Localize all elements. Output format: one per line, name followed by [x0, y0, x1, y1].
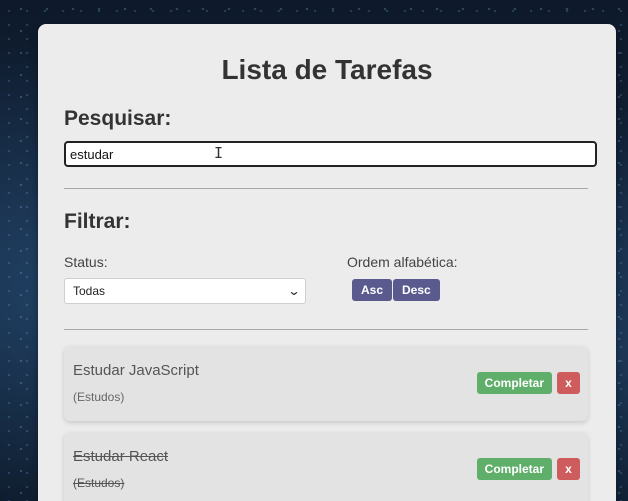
- complete-button[interactable]: Completar: [476, 372, 552, 394]
- complete-button[interactable]: Completar: [476, 458, 552, 480]
- order-label: Ordem alfabética:: [347, 254, 458, 270]
- chevron-down-icon: ⌄: [287, 284, 301, 298]
- search-heading: Pesquisar:: [64, 107, 172, 130]
- remove-button[interactable]: x: [557, 372, 580, 394]
- todo-title: Estudar JavaScript: [73, 362, 199, 379]
- divider: [64, 188, 588, 189]
- status-select[interactable]: Todas ⌄: [64, 278, 306, 304]
- status-selected-value: Todas: [73, 284, 106, 298]
- search-input[interactable]: [64, 141, 597, 167]
- todo-category: (Estudos): [73, 476, 125, 490]
- page-title: Lista de Tarefas: [221, 54, 433, 85]
- sort-desc-button[interactable]: Desc: [393, 279, 440, 301]
- todo-category: (Estudos): [73, 390, 125, 404]
- todo-item: Estudar JavaScript (Estudos) Completar x: [64, 346, 588, 421]
- sort-asc-button[interactable]: Asc: [352, 279, 393, 301]
- todo-app-card: Lista de Tarefas Pesquisar: I Filtrar: S…: [38, 24, 616, 501]
- status-label: Status:: [64, 254, 108, 270]
- filter-heading: Filtrar:: [64, 210, 131, 233]
- remove-button[interactable]: x: [557, 458, 580, 480]
- todo-item-completed: Estudar React (Estudos) Completar x: [64, 432, 588, 501]
- divider: [64, 329, 588, 330]
- todo-title: Estudar React: [73, 448, 169, 465]
